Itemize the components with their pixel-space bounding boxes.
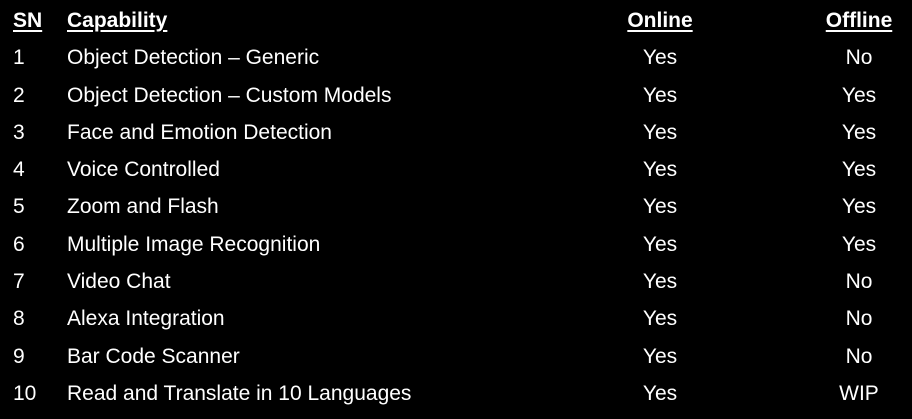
- row-sn: 4: [13, 158, 25, 182]
- row-offline: Yes: [841, 120, 877, 144]
- row-offline: No: [845, 46, 873, 70]
- row-offline: No: [845, 344, 873, 368]
- row-offline: Yes: [841, 158, 877, 182]
- row-offline: Yes: [841, 195, 877, 219]
- row-sn: 10: [13, 381, 37, 405]
- table-row: 7 Video Chat Yes No: [0, 266, 912, 303]
- row-online: Yes: [642, 270, 678, 294]
- table-row: 5 Zoom and Flash Yes Yes: [0, 191, 912, 228]
- row-sn: 6: [13, 232, 25, 256]
- row-capability: Alexa Integration: [67, 307, 225, 331]
- row-online: Yes: [642, 232, 678, 256]
- table-row: 8 Alexa Integration Yes No: [0, 303, 912, 340]
- row-sn: 8: [13, 307, 25, 331]
- row-capability: Object Detection – Generic: [67, 46, 320, 70]
- table-row: 1 Object Detection – Generic Yes No: [0, 42, 912, 79]
- table-row: 3 Face and Emotion Detection Yes Yes: [0, 117, 912, 154]
- row-capability: Bar Code Scanner: [67, 344, 240, 368]
- row-online: Yes: [642, 158, 678, 182]
- row-online: Yes: [642, 46, 678, 70]
- table-header-row: SN Capability Online Offline: [0, 5, 912, 42]
- row-online: Yes: [642, 307, 678, 331]
- row-sn: 9: [13, 344, 25, 368]
- row-capability: Face and Emotion Detection: [67, 120, 332, 144]
- row-capability: Zoom and Flash: [67, 195, 219, 219]
- row-online: Yes: [642, 195, 678, 219]
- row-capability: Voice Controlled: [67, 158, 220, 182]
- row-online: Yes: [642, 120, 678, 144]
- row-sn: 7: [13, 270, 25, 294]
- row-online: Yes: [642, 381, 678, 405]
- table-row: 6 Multiple Image Recognition Yes Yes: [0, 229, 912, 266]
- table-row: 4 Voice Controlled Yes Yes: [0, 154, 912, 191]
- row-sn: 3: [13, 120, 25, 144]
- row-sn: 2: [13, 83, 25, 107]
- row-offline: No: [845, 270, 873, 294]
- row-sn: 1: [13, 46, 25, 70]
- row-capability: Object Detection – Custom Models: [67, 83, 392, 107]
- header-capability: Capability: [67, 9, 168, 32]
- row-online: Yes: [642, 83, 678, 107]
- row-offline: No: [845, 307, 873, 331]
- header-offline: Offline: [825, 9, 893, 32]
- row-offline: Yes: [841, 232, 877, 256]
- row-online: Yes: [642, 344, 678, 368]
- row-capability: Multiple Image Recognition: [67, 232, 321, 256]
- table-row: 2 Object Detection – Custom Models Yes Y…: [0, 80, 912, 117]
- row-capability: Read and Translate in 10 Languages: [67, 381, 412, 405]
- header-online: Online: [627, 9, 693, 32]
- table-row: 10 Read and Translate in 10 Languages Ye…: [0, 378, 912, 415]
- row-capability: Video Chat: [67, 270, 171, 294]
- row-offline: WIP: [839, 381, 879, 405]
- header-sn: SN: [13, 9, 43, 32]
- capability-table: SN Capability Online Offline 1 Object De…: [0, 5, 912, 415]
- row-sn: 5: [13, 195, 25, 219]
- row-offline: Yes: [841, 83, 877, 107]
- table-row: 9 Bar Code Scanner Yes No: [0, 341, 912, 378]
